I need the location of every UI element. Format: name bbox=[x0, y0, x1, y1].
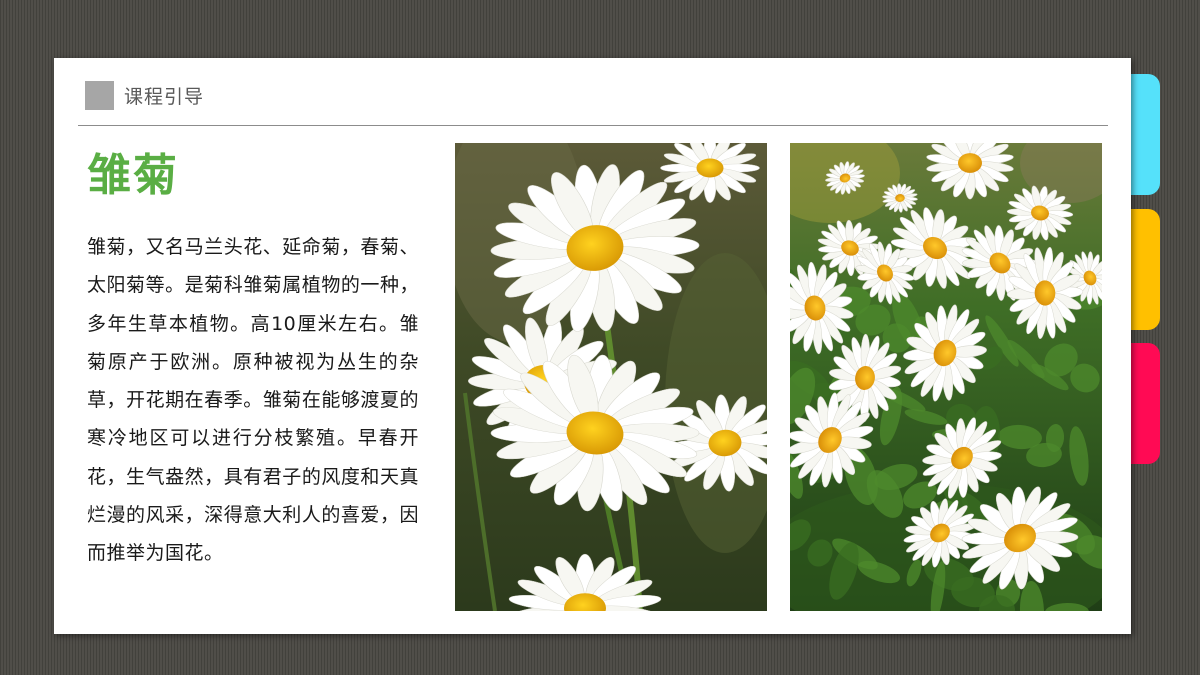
slide-heading: 雏菊 bbox=[87, 150, 179, 201]
daisy-closeup-photo bbox=[455, 143, 767, 611]
slide-card: 课程引导 雏菊 雏菊，又名马兰头花、延命菊，春菊、太阳菊等。是菊科雏菊属植物的一… bbox=[54, 58, 1131, 634]
header-title: 课程引导 bbox=[124, 86, 205, 108]
header-divider bbox=[78, 125, 1108, 126]
body-paragraph: 雏菊，又名马兰头花、延命菊，春菊、太阳菊等。是菊科雏菊属植物的一种，多年生草本植… bbox=[87, 236, 419, 565]
header-square-icon bbox=[85, 81, 114, 110]
daisy-field-photo bbox=[790, 143, 1102, 611]
slide-header: 课程引导 bbox=[85, 81, 204, 110]
